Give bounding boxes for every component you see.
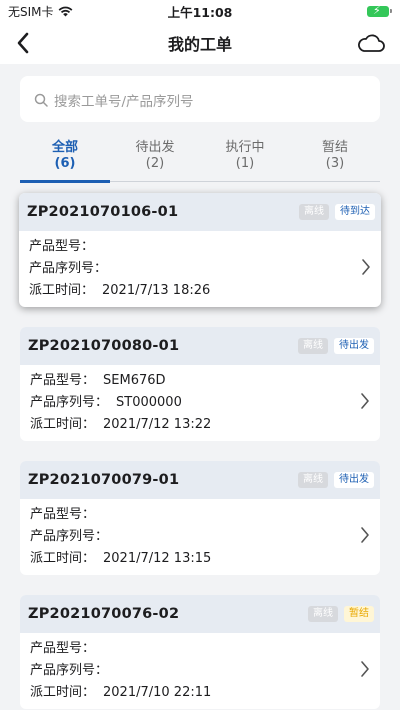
serial-row: 产品序列号： ST000000	[30, 392, 370, 414]
status-badge: 暂结	[344, 606, 374, 622]
chevron-right-icon	[361, 527, 369, 543]
dispatch-label: 派工时间：	[30, 551, 96, 566]
dispatch-row: 派工时间： 2021/7/13 18:26	[29, 280, 371, 302]
dispatch-row: 派工时间： 2021/7/10 22:11	[30, 682, 370, 704]
dispatch-time: 2021/7/10 22:11	[103, 685, 212, 700]
chevron-right-icon	[361, 661, 369, 677]
serial-label: 产品序列号：	[30, 529, 109, 544]
work-order-card[interactable]: ZP2021070079-01 离线 待出发 产品型号： 产品序列号： 派工时间…	[20, 461, 380, 575]
status-left: 无SIM卡	[8, 3, 73, 20]
cloud-sync-button[interactable]	[356, 30, 386, 56]
card-header: ZP2021070106-01 离线 待到达	[19, 193, 381, 231]
chevron-right-icon	[362, 259, 370, 275]
chevron-right-icon	[361, 393, 369, 409]
dispatch-label: 派工时间：	[29, 283, 95, 298]
tab-count: (2)	[145, 156, 165, 171]
battery-icon: ⚡	[367, 4, 392, 17]
serial-row: 产品序列号：	[29, 258, 371, 280]
status-badge: 待到达	[335, 204, 375, 220]
card-header: ZP2021070080-01 离线 待出发	[20, 327, 380, 365]
offline-badge: 离线	[299, 204, 329, 220]
dispatch-time: 2021/7/12 13:15	[103, 551, 212, 566]
order-number: ZP2021070076-02	[28, 606, 180, 622]
model-row: 产品型号： SEM676D	[30, 370, 370, 392]
model-label: 产品型号：	[30, 641, 96, 656]
search-panel: 搜索工单号/产品序列号	[20, 76, 380, 122]
order-number: ZP2021070080-01	[28, 338, 180, 354]
card-body: 产品型号： 产品序列号： 派工时间： 2021/7/13 18:26	[19, 231, 381, 307]
offline-badge: 离线	[298, 338, 328, 354]
search-input[interactable]: 搜索工单号/产品序列号	[32, 84, 368, 116]
card-body: 产品型号： 产品序列号： 派工时间： 2021/7/12 13:15	[20, 499, 380, 575]
carrier-label: 无SIM卡	[8, 4, 54, 19]
work-order-card[interactable]: ZP2021070080-01 离线 待出发 产品型号： SEM676D 产品序…	[20, 327, 380, 441]
back-button[interactable]	[8, 28, 38, 58]
dispatch-label: 派工时间：	[30, 417, 96, 432]
card-body: 产品型号： 产品序列号： 派工时间： 2021/7/10 22:11	[20, 633, 380, 709]
tab-label: 暂结	[321, 140, 348, 155]
serial-label: 产品序列号：	[30, 395, 109, 410]
wifi-icon	[58, 6, 72, 16]
tab-count: (1)	[235, 156, 255, 171]
offline-badge: 离线	[298, 472, 328, 488]
order-number: ZP2021070106-01	[27, 204, 179, 220]
status-badge: 待出发	[334, 472, 374, 488]
tab-in-progress[interactable]: 执行中 (1)	[200, 140, 290, 182]
card-header: ZP2021070076-02 离线 暂结	[20, 595, 380, 633]
dispatch-label: 派工时间：	[30, 685, 96, 700]
model-row: 产品型号：	[30, 638, 370, 660]
dispatch-time: 2021/7/13 18:26	[102, 283, 211, 298]
tab-pending-departure[interactable]: 待出发 (2)	[110, 140, 200, 182]
dispatch-time: 2021/7/12 13:22	[103, 417, 212, 432]
tab-paused[interactable]: 暂结 (3)	[290, 140, 380, 182]
tab-all[interactable]: 全部 (6)	[20, 140, 110, 182]
serial-label: 产品序列号：	[30, 663, 109, 678]
serial-row: 产品序列号：	[30, 526, 370, 548]
model-row: 产品型号：	[29, 236, 371, 258]
model-label: 产品型号：	[29, 239, 95, 254]
search-icon	[34, 93, 48, 107]
tab-label: 执行中	[225, 140, 265, 155]
status-badge: 待出发	[334, 338, 374, 354]
search-placeholder: 搜索工单号/产品序列号	[54, 94, 194, 110]
model-label: 产品型号：	[30, 373, 96, 388]
work-order-card[interactable]: ZP2021070106-01 离线 待到达 产品型号： 产品序列号： 派工时间…	[19, 193, 381, 307]
status-bar: 无SIM卡 上午11:08 ⚡	[0, 0, 400, 22]
serial-label: 产品序列号：	[29, 261, 108, 276]
model-label: 产品型号：	[30, 507, 96, 522]
tab-label: 待出发	[135, 140, 175, 155]
card-body: 产品型号： SEM676D 产品序列号： ST000000 派工时间： 2021…	[20, 365, 380, 441]
model-value: SEM676D	[103, 373, 166, 388]
cloud-icon	[358, 34, 385, 52]
model-row: 产品型号：	[30, 504, 370, 526]
chevron-left-icon	[17, 32, 29, 54]
tab-count: (6)	[54, 156, 76, 171]
serial-row: 产品序列号：	[30, 660, 370, 682]
work-order-card[interactable]: ZP2021070076-02 离线 暂结 产品型号： 产品序列号： 派工时间：…	[20, 595, 380, 709]
status-tabs: 全部 (6) 待出发 (2) 执行中 (1) 暂结 (3)	[20, 140, 380, 182]
offline-badge: 离线	[308, 606, 338, 622]
active-tab-indicator	[20, 180, 110, 183]
dispatch-row: 派工时间： 2021/7/12 13:15	[30, 548, 370, 570]
dispatch-row: 派工时间： 2021/7/12 13:22	[30, 414, 370, 436]
order-number: ZP2021070079-01	[28, 472, 180, 488]
card-header: ZP2021070079-01 离线 待出发	[20, 461, 380, 499]
serial-value: ST000000	[116, 395, 182, 410]
tab-count: (3)	[325, 156, 345, 171]
page-title: 我的工单	[167, 35, 232, 54]
nav-bar: 我的工单	[0, 22, 400, 64]
tab-label: 全部	[51, 140, 78, 155]
